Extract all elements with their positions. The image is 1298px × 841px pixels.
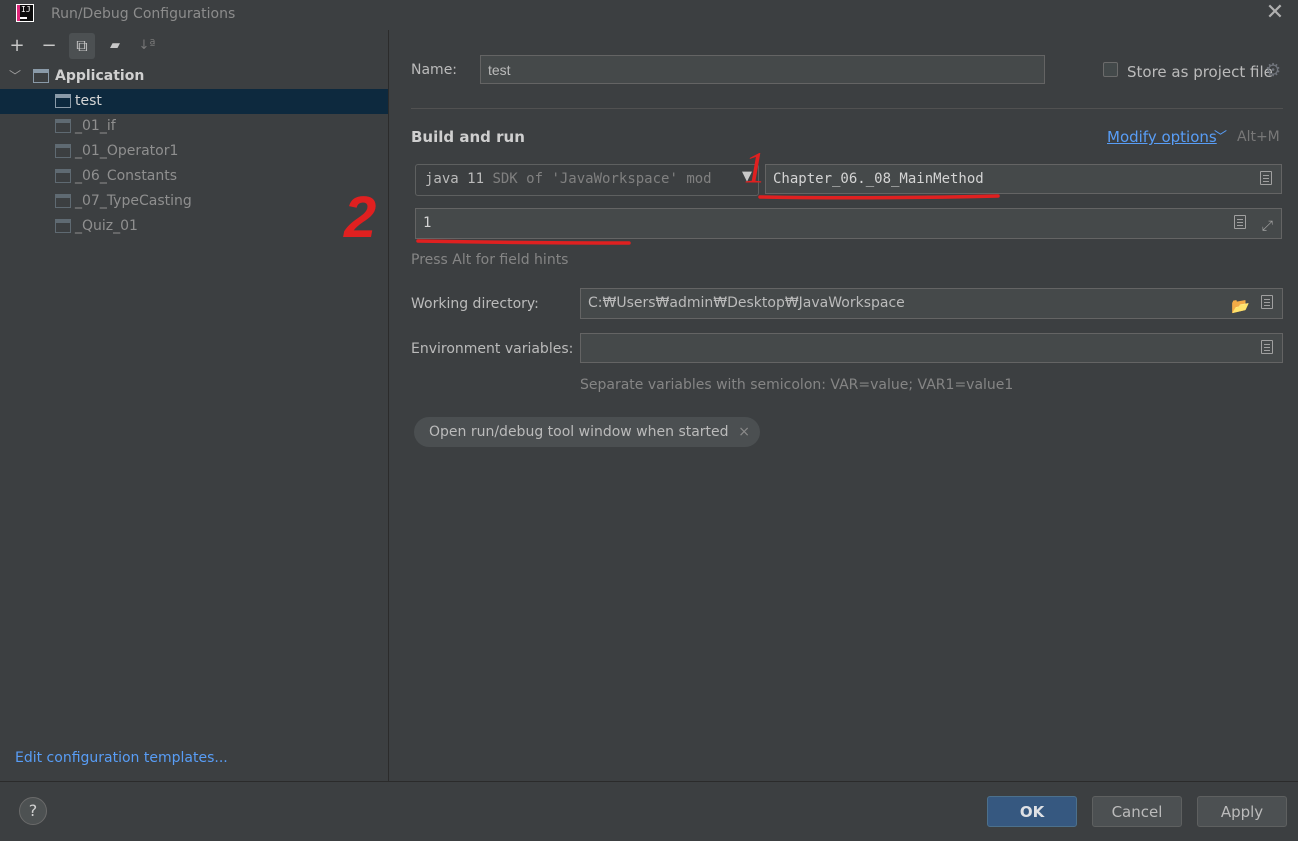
open-tool-window-option-chip[interactable]: Open run/debug tool window when started …	[414, 417, 760, 447]
chevron-down-icon[interactable]: ﹀	[1214, 126, 1227, 145]
application-config-icon	[55, 144, 71, 158]
sdk-version: java 11	[425, 171, 485, 187]
help-button[interactable]: ?	[19, 797, 47, 825]
tree-group-application[interactable]: ﹀ Application	[0, 64, 388, 89]
tree-item-01-operator1[interactable]: _01_Operator1	[0, 139, 388, 164]
application-config-icon	[55, 169, 71, 183]
modify-options-link[interactable]: Modify options	[1107, 128, 1217, 146]
environment-variables-hint: Separate variables with semicolon: VAR=v…	[580, 377, 1014, 393]
sort-icon[interactable]: ↓ª	[134, 33, 160, 59]
tree-item-07-typecasting[interactable]: _07_TypeCasting	[0, 189, 388, 214]
environment-variables-input[interactable]	[580, 333, 1283, 363]
tree-item-quiz-01[interactable]: _Quiz_01	[0, 214, 388, 239]
tree-item-label: _01_if	[75, 118, 116, 134]
tree-item-06-constants[interactable]: _06_Constants	[0, 164, 388, 189]
insert-macro-icon[interactable]	[1234, 215, 1246, 229]
apply-button[interactable]: Apply	[1197, 796, 1287, 827]
main-class-value: Chapter_06._08_MainMethod	[773, 171, 984, 187]
edit-variables-icon[interactable]	[1261, 340, 1273, 354]
tree-item-label: _01_Operator1	[75, 143, 179, 159]
new-folder-icon[interactable]: ▰	[102, 33, 128, 59]
jre-select[interactable]: java 11 SDK of 'JavaWorkspace' mod ▼	[415, 164, 759, 196]
dropdown-arrow-icon[interactable]: ▼	[742, 169, 752, 184]
program-arguments-input[interactable]: 1 ⤢	[415, 208, 1282, 239]
name-label: Name:	[411, 62, 458, 78]
expand-icon[interactable]: ⤢	[1262, 212, 1273, 241]
tree-item-label: _07_TypeCasting	[75, 193, 192, 209]
divider	[411, 108, 1283, 109]
store-as-project-label: Store as project file	[1127, 63, 1273, 81]
insert-macro-icon[interactable]	[1261, 295, 1273, 309]
main-class-input[interactable]: Chapter_06._08_MainMethod	[765, 164, 1282, 194]
environment-variables-label: Environment variables:	[411, 341, 574, 357]
store-as-project-checkbox[interactable]	[1103, 62, 1118, 77]
sdk-detail: SDK of 'JavaWorkspace' mod	[492, 171, 712, 187]
application-config-icon	[55, 194, 71, 208]
working-directory-label: Working directory:	[411, 296, 539, 312]
field-hint-text: Press Alt for field hints	[411, 252, 569, 268]
working-directory-input[interactable]: C:₩Users₩admin₩Desktop₩JavaWorkspace 📂	[580, 288, 1283, 319]
window-title: Run/Debug Configurations	[51, 6, 236, 22]
tree-item-label: _06_Constants	[75, 168, 178, 184]
tree-item-01-if[interactable]: _01_if	[0, 114, 388, 139]
close-icon[interactable]: ✕	[1262, 2, 1288, 26]
application-config-icon	[55, 219, 71, 233]
application-config-icon	[55, 94, 71, 108]
add-icon[interactable]: +	[4, 33, 30, 59]
working-directory-value: C:₩Users₩admin₩Desktop₩JavaWorkspace	[588, 295, 905, 311]
name-input[interactable]	[480, 55, 1045, 84]
chevron-down-icon[interactable]: ﹀	[9, 64, 21, 89]
gear-icon[interactable]: ⚙	[1265, 60, 1281, 81]
application-icon	[33, 69, 49, 83]
folder-icon[interactable]: 📂	[1231, 292, 1250, 321]
program-arguments-value: 1	[423, 215, 432, 231]
close-icon[interactable]: ×	[738, 417, 750, 448]
copy-icon[interactable]: ⧉	[69, 33, 95, 59]
browse-icon[interactable]	[1260, 171, 1272, 185]
cancel-button[interactable]: Cancel	[1092, 796, 1182, 827]
tree-group-label: Application	[55, 68, 145, 84]
section-title: Build and run	[411, 128, 525, 146]
remove-icon[interactable]: −	[36, 33, 62, 59]
chip-label: Open run/debug tool window when started	[429, 424, 729, 440]
tree-item-label: test	[75, 93, 102, 109]
ok-button[interactable]: OK	[987, 796, 1077, 827]
configurations-toolbar: + − ⧉ ▰ ↓ª	[0, 33, 388, 61]
modify-options-shortcut: Alt+M	[1237, 129, 1280, 145]
edit-templates-link[interactable]: Edit configuration templates...	[15, 750, 228, 766]
tree-item-test[interactable]: test	[0, 89, 388, 114]
intellij-logo-icon: IJ	[16, 4, 34, 22]
application-config-icon	[55, 119, 71, 133]
tree-item-label: _Quiz_01	[75, 218, 138, 234]
